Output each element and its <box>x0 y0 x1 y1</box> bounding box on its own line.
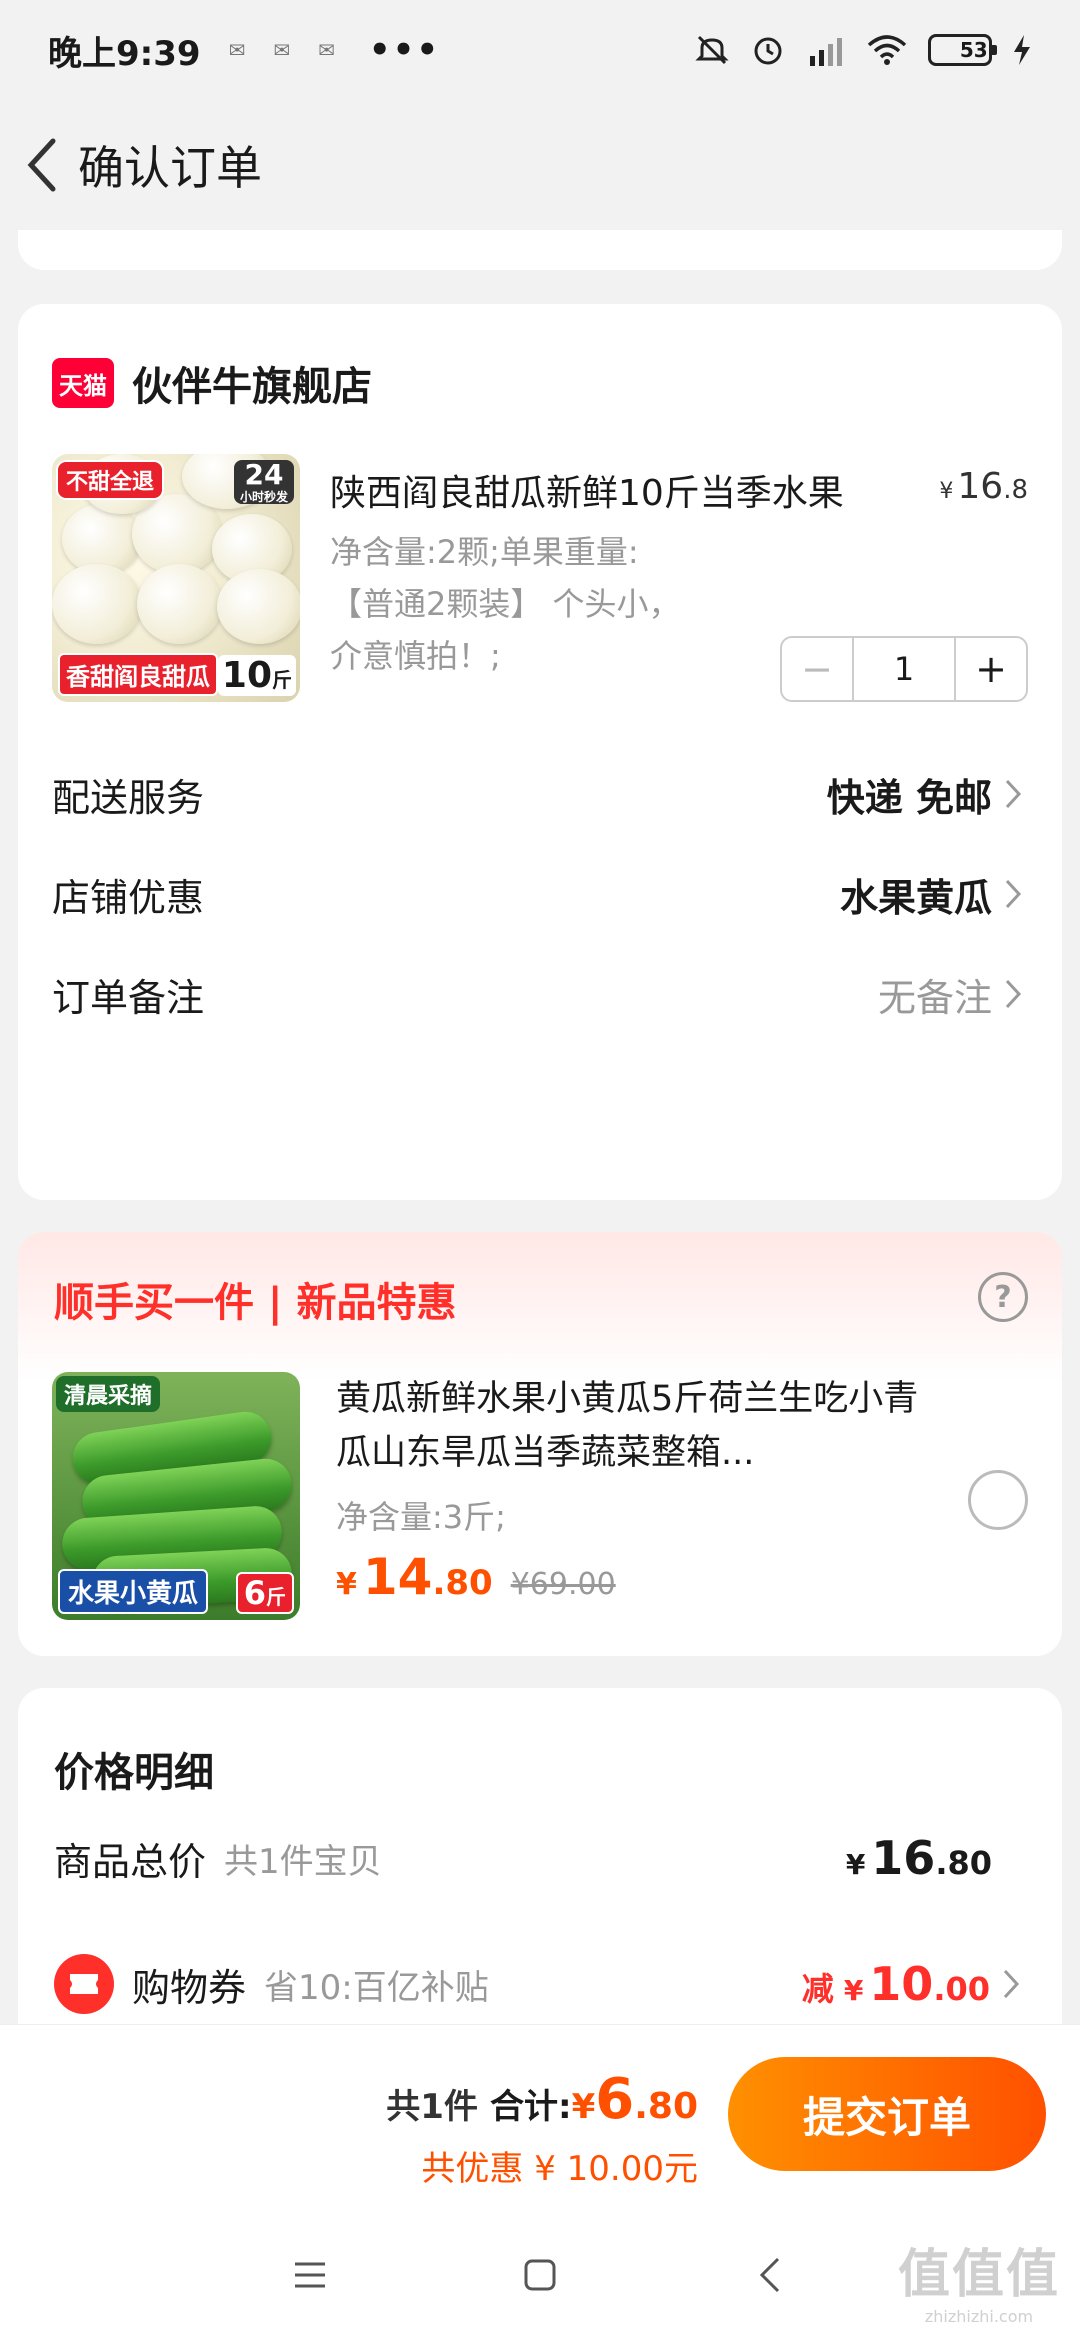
addon-select-radio[interactable] <box>968 1470 1028 1530</box>
menu-icon <box>295 2262 325 2288</box>
delivery-service-row[interactable]: 配送服务 快递 免邮 <box>52 744 1028 844</box>
goods-total-label: 商品总价 <box>54 1839 207 1884</box>
charging-icon <box>1012 33 1032 67</box>
home-nav-button[interactable] <box>510 2245 570 2305</box>
spec-line: 【普通2颗装】 个头小， <box>330 585 681 623</box>
total-discount: 共优惠 ¥ 10.00元 <box>421 2149 698 2189</box>
chevron-right-icon <box>996 1964 1026 2004</box>
chevron-right-icon <box>998 774 1028 814</box>
total-label: 合计: <box>489 2087 572 2127</box>
battery-level: 53 <box>959 38 988 62</box>
home-icon <box>524 2259 556 2291</box>
quantity-value[interactable]: 1 <box>852 638 956 700</box>
price-detail-card: 价格明细 商品总价 共1件宝贝 ¥ 16 .80 购物券 省10:百亿补贴 减 … <box>18 1688 1062 2028</box>
coupon-icon <box>54 1954 114 2014</box>
coupon-amount: 减 ¥ 10 .00 <box>801 1957 990 2011</box>
chevron-left-icon <box>27 138 56 192</box>
item-count: 共1件 <box>386 2087 478 2127</box>
addon-card: 顺手买一件 | 新品特惠 ? 清晨采摘 水果小黄瓜 6斤 黄瓜新鲜水果小黄瓜5斤… <box>18 1232 1062 1656</box>
qq-icon: ✉ <box>318 38 335 62</box>
product-title[interactable]: 陕西阎良甜瓜新鲜10斤当季水果 <box>330 464 844 516</box>
addon-product-price: ¥ 14 .80 ¥69.00 <box>336 1548 616 1606</box>
more-notifications-icon: ••• <box>368 30 441 70</box>
shop-name: 伙伴牛旗舰店 <box>132 364 372 410</box>
wechat-icon: ✉ <box>228 38 246 62</box>
signal-icon <box>806 32 846 68</box>
addon-image-weight: 6斤 <box>235 1572 294 1614</box>
chevron-right-icon <box>998 874 1028 914</box>
addon-title: 顺手买一件 | 新品特惠 <box>54 1280 457 1326</box>
watermark: 值值值 zhizhizhi.com <box>897 2245 1060 2326</box>
order-note-row[interactable]: 订单备注 无备注 <box>52 944 1028 1044</box>
spec-line: 介意慎拍！; <box>330 637 501 675</box>
addon-image-name-tag: 水果小黄瓜 <box>58 1569 209 1614</box>
row-value: 水果黄瓜 <box>839 875 992 920</box>
coupon-row[interactable]: 购物券 省10:百亿补贴 减 ¥ 10 .00 <box>54 1944 1026 2024</box>
addon-original-price: ¥69.00 <box>510 1567 616 1602</box>
no-sweet-refund-badge: 不甜全退 <box>56 460 165 500</box>
checkout-bar: 共1件 合计: ¥ 6 .80 共优惠 ¥ 10.00元 提交订单 <box>0 2024 1080 2210</box>
back-icon <box>759 2257 780 2293</box>
coupon-label: 购物券 <box>132 1965 247 2010</box>
quantity-stepper: − 1 + <box>780 636 1028 702</box>
product-price: ¥16.8 <box>939 466 1028 507</box>
system-nav-bar: 值值值 zhizhizhi.com <box>0 2210 1080 2340</box>
addon-image-top-tag: 清晨采摘 <box>56 1376 161 1412</box>
shop-card: 天猫 伙伴牛旗舰店 不甜全退 24 小时秒发 香甜阎良甜瓜 10斤 陕西阎良甜瓜新… <box>18 304 1062 1200</box>
alarm-icon <box>750 32 786 68</box>
addon-product-spec: 净含量:3斤; <box>336 1498 506 1536</box>
spec-line: 净含量:2颗;单果重量: <box>330 533 639 571</box>
addon-product-title[interactable]: 黄瓜新鲜水果小黄瓜5斤荷兰生吃小青瓜山东旱瓜当季蔬菜整箱... <box>336 1372 946 1480</box>
price-detail-title: 价格明细 <box>54 1750 214 1796</box>
header: 确认订单 <box>0 110 1080 220</box>
wifi-icon <box>866 33 908 67</box>
help-icon[interactable]: ? <box>978 1272 1028 1322</box>
24h-ship-badge: 24 小时秒发 <box>233 460 294 504</box>
decrease-quantity-button[interactable]: − <box>782 638 852 700</box>
goods-count: 共1件宝贝 <box>224 1841 382 1882</box>
chevron-right-icon <box>998 974 1028 1014</box>
status-time: 晚上9:39 <box>48 33 201 74</box>
row-label: 配送服务 <box>52 775 205 820</box>
tmall-logo: 天猫 <box>52 358 114 408</box>
submit-order-button[interactable]: 提交订单 <box>728 2057 1046 2171</box>
row-label: 店铺优惠 <box>52 875 205 920</box>
order-total: 共1件 合计: ¥ 6 .80 <box>386 2067 698 2132</box>
addon-product-image[interactable]: 清晨采摘 水果小黄瓜 6斤 <box>52 1372 300 1620</box>
notification-icons: ✉ ✉ ✉ <box>229 38 335 62</box>
wechat-icon: ✉ <box>273 38 291 62</box>
row-value: 快递 免邮 <box>826 775 992 820</box>
increase-quantity-button[interactable]: + <box>956 638 1026 700</box>
address-card[interactable] <box>18 230 1062 270</box>
goods-total-amount: ¥ 16 .80 <box>845 1831 992 1885</box>
goods-total-row: 商品总价 共1件宝贝 ¥ 16 .80 <box>54 1818 1026 1898</box>
back-nav-button[interactable] <box>740 2245 800 2305</box>
product-image-name-tag: 香甜阎良甜瓜 <box>58 653 218 696</box>
product-image[interactable]: 不甜全退 24 小时秒发 香甜阎良甜瓜 10斤 <box>52 454 300 702</box>
row-label: 订单备注 <box>52 975 205 1020</box>
coupon-desc: 省10:百亿补贴 <box>264 1967 489 2008</box>
status-bar: 晚上9:39 ✉ ✉ ✉ ••• 53 <box>0 0 1080 100</box>
store-discount-row[interactable]: 店铺优惠 水果黄瓜 <box>52 844 1028 944</box>
page-title: 确认订单 <box>78 141 262 195</box>
product-image-weight: 10斤 <box>217 655 296 696</box>
battery-icon: 53 <box>928 34 997 66</box>
product-spec: 净含量:2颗;单果重量: 【普通2颗装】 个头小， 介意慎拍！; <box>330 526 750 682</box>
menu-nav-button[interactable] <box>280 2245 340 2305</box>
row-value: 无备注 <box>877 975 992 1020</box>
shop-header[interactable]: 天猫 伙伴牛旗舰店 <box>52 354 372 412</box>
mute-icon <box>694 32 730 68</box>
back-button[interactable] <box>14 130 70 200</box>
